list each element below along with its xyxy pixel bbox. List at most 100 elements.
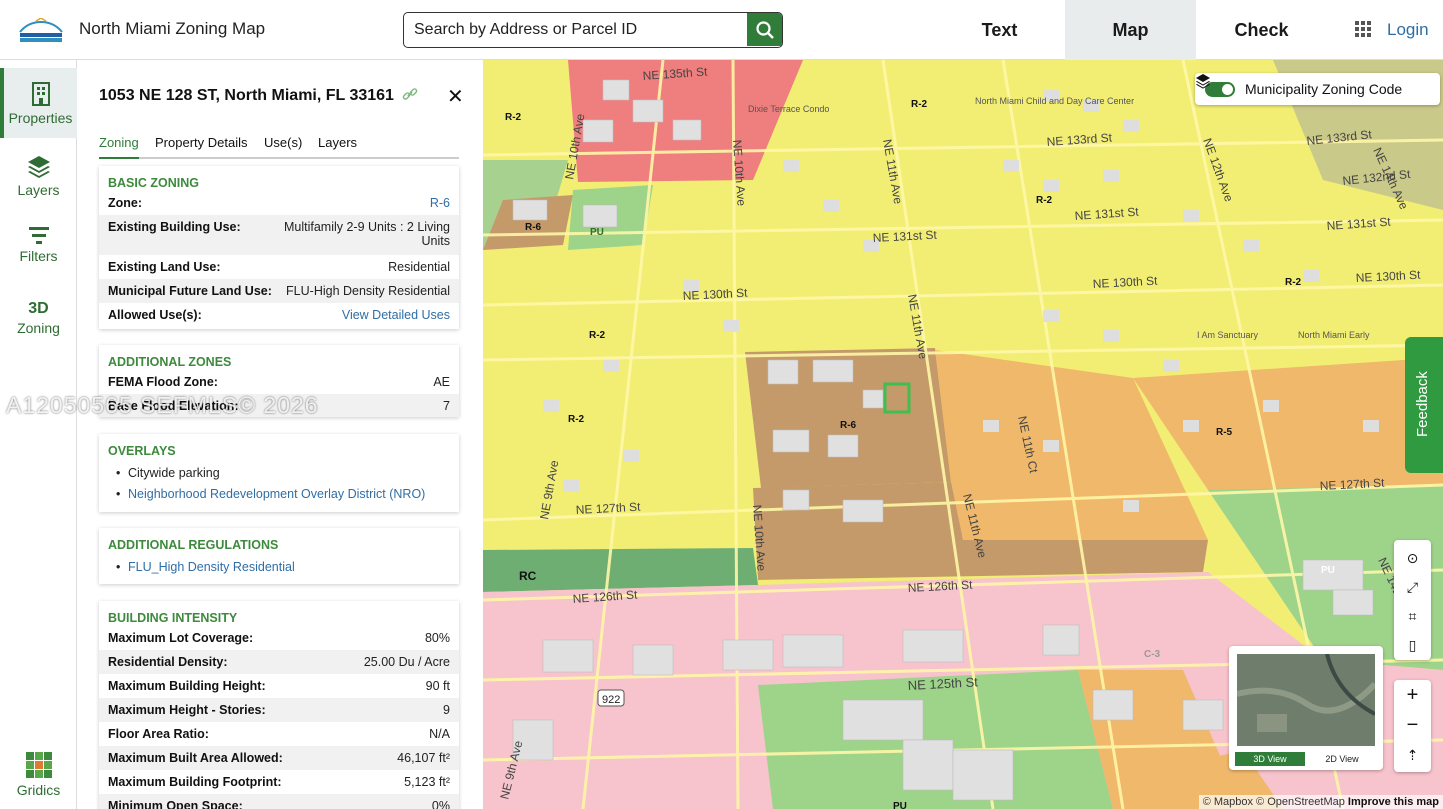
- tab-map[interactable]: Map: [1065, 0, 1196, 60]
- land-use-value: Residential: [388, 260, 450, 274]
- overlays-title: OVERLAYS: [108, 444, 176, 458]
- intensity-row: Maximum Building Footprint: 5,123 ft²: [99, 770, 459, 794]
- zone-label: R-6: [525, 222, 542, 233]
- rail-3d-label: 3D: [28, 300, 49, 317]
- building-use-line-1: Multifamily 2-9 Units : 2 Living: [283, 220, 450, 234]
- minimap[interactable]: 3D View 2D View: [1229, 646, 1383, 770]
- zone-label: R-2: [1285, 277, 1302, 288]
- property-address: 1053 NE 128 ST, North Miami, FL 33161: [99, 86, 418, 105]
- future-land-use-row: Municipal Future Land Use: FLU-High Dens…: [99, 279, 459, 303]
- intensity-value: 80%: [424, 631, 450, 645]
- zoom-in-icon[interactable]: +: [1394, 680, 1431, 710]
- tab-text[interactable]: Text: [934, 0, 1065, 60]
- fema-key: FEMA Flood Zone:: [108, 375, 218, 389]
- zoning-layer-label: Municipality Zoning Code: [1245, 81, 1403, 97]
- poi-label: Dixie Terrace Condo: [748, 104, 829, 114]
- compass-icon[interactable]: ⇡: [1394, 740, 1431, 770]
- rail-item-properties[interactable]: Properties: [0, 68, 77, 138]
- login-link[interactable]: Login: [1387, 20, 1429, 40]
- building-intensity-card: BUILDING INTENSITY Maximum Lot Coverage:…: [99, 601, 459, 809]
- zone-label: PU: [893, 801, 907, 809]
- basic-zoning-title: BASIC ZONING: [108, 176, 199, 190]
- allowed-uses-key: Allowed Use(s):: [108, 308, 202, 322]
- fema-row: FEMA Flood Zone: AE: [99, 370, 459, 394]
- link-icon[interactable]: [402, 86, 418, 102]
- zone-label: C-3: [1144, 649, 1161, 660]
- app-title: North Miami Zoning Map: [79, 19, 266, 38]
- view-detailed-uses-link[interactable]: View Detailed Uses: [342, 308, 450, 322]
- building-icon: [31, 82, 50, 106]
- map-tools: ⊙ ⤢ ⌗ ▯: [1394, 540, 1431, 660]
- left-rail: Properties Layers Filters 3D Zoning Grid…: [0, 60, 77, 809]
- rail-item-filters[interactable]: Filters: [0, 226, 77, 266]
- search-icon: [755, 20, 774, 39]
- panel-tabs: Zoning Property Details Use(s) Layers: [99, 135, 459, 159]
- search-input[interactable]: [404, 13, 748, 46]
- rail-item-3d-zoning[interactable]: 3D Zoning: [0, 300, 77, 340]
- layers-icon[interactable]: [1195, 73, 1211, 89]
- tab-zoning[interactable]: Zoning: [99, 135, 139, 159]
- zoning-map[interactable]: R-2 R-2 R-2 R-2 R-2 R-2 R-6 R-6 R-5 PU P…: [483, 60, 1443, 809]
- poi-label: North Miami Child and Day Care Center: [975, 96, 1134, 106]
- apps-grid-icon[interactable]: [1355, 21, 1371, 37]
- building-intensity-title: BUILDING INTENSITY: [108, 611, 238, 625]
- regulation-item-link[interactable]: FLU_High Density Residential: [116, 560, 295, 574]
- zone-label: RC: [519, 569, 537, 583]
- rail-label-gridics: Gridics: [16, 782, 61, 798]
- rail-label-zoning: Zoning: [17, 320, 60, 336]
- intensity-value: 9: [443, 703, 450, 717]
- land-use-key: Existing Land Use:: [108, 260, 221, 274]
- top-header: North Miami Zoning Map Text Map Check Lo…: [0, 0, 1443, 60]
- overlay-item-nro-link[interactable]: Neighborhood Redevelopment Overlay Distr…: [116, 487, 425, 501]
- improve-map-link[interactable]: Improve this map: [1348, 796, 1439, 808]
- intensity-row: Maximum Building Height: 90 ft: [99, 674, 459, 698]
- route-shield: 922: [597, 689, 625, 707]
- rail-item-gridics[interactable]: Gridics: [0, 752, 77, 798]
- satellite-preview[interactable]: [1237, 654, 1375, 746]
- search-box: [403, 12, 783, 48]
- rail-item-layers[interactable]: Layers: [0, 154, 77, 204]
- view-2d-button[interactable]: 2D View: [1307, 752, 1377, 766]
- land-use-row: Existing Land Use: Residential: [99, 255, 459, 279]
- locate-icon[interactable]: ⊙: [1394, 544, 1431, 573]
- tab-check[interactable]: Check: [1196, 0, 1327, 60]
- north-miami-logo-icon[interactable]: [18, 18, 64, 44]
- rail-label-filters: Filters: [19, 248, 58, 264]
- close-icon[interactable]: ✕: [447, 84, 464, 109]
- additional-zones-title: ADDITIONAL ZONES: [108, 355, 232, 369]
- layers-icon: [27, 156, 50, 178]
- overlays-card: OVERLAYS Citywide parking Neighborhood R…: [99, 434, 459, 512]
- zoom-out-icon[interactable]: −: [1394, 710, 1431, 740]
- intensity-value: 46,107 ft²: [397, 751, 450, 765]
- building-info-icon[interactable]: ▯: [1394, 631, 1431, 660]
- intensity-row: Maximum Lot Coverage: 80%: [99, 626, 459, 650]
- draw-polygon-icon[interactable]: ⌗: [1394, 602, 1431, 631]
- view-3d-button[interactable]: 3D View: [1235, 752, 1305, 766]
- future-land-use-key: Municipal Future Land Use:: [108, 284, 272, 298]
- intensity-value: N/A: [429, 727, 450, 741]
- tab-uses[interactable]: Use(s): [264, 135, 302, 150]
- zoom-controls: + − ⇡: [1394, 680, 1431, 772]
- intensity-key: Residential Density:: [108, 655, 228, 669]
- building-use-row: Existing Building Use: Multifamily 2-9 U…: [99, 215, 459, 255]
- building-use-key: Existing Building Use:: [108, 220, 241, 234]
- zone-label: R-2: [1036, 195, 1053, 206]
- route-number: 922: [602, 694, 620, 706]
- intensity-key: Maximum Height - Stories:: [108, 703, 266, 717]
- zone-value[interactable]: R-6: [430, 196, 450, 210]
- basic-zoning-card: BASIC ZONING Zone: R-6 Existing Building…: [99, 166, 459, 329]
- fema-value: AE: [433, 375, 450, 389]
- allowed-uses-row: Allowed Use(s): View Detailed Uses: [99, 303, 459, 327]
- intensity-key: Maximum Building Footprint:: [108, 775, 282, 789]
- zone-label: R-2: [568, 414, 585, 425]
- tab-property-details[interactable]: Property Details: [155, 135, 247, 150]
- feedback-button[interactable]: Feedback: [1405, 337, 1443, 473]
- address-text: 1053 NE 128 ST, North Miami, FL 33161: [99, 87, 394, 104]
- measure-icon[interactable]: ⤢: [1394, 573, 1431, 602]
- building-use-line-2: Units: [421, 234, 450, 248]
- search-button[interactable]: [747, 13, 782, 46]
- gridics-logo-icon: [25, 752, 52, 778]
- intensity-row: Maximum Height - Stories: 9: [99, 698, 459, 722]
- tab-layers[interactable]: Layers: [318, 135, 357, 150]
- additional-regulations-title: ADDITIONAL REGULATIONS: [108, 538, 279, 552]
